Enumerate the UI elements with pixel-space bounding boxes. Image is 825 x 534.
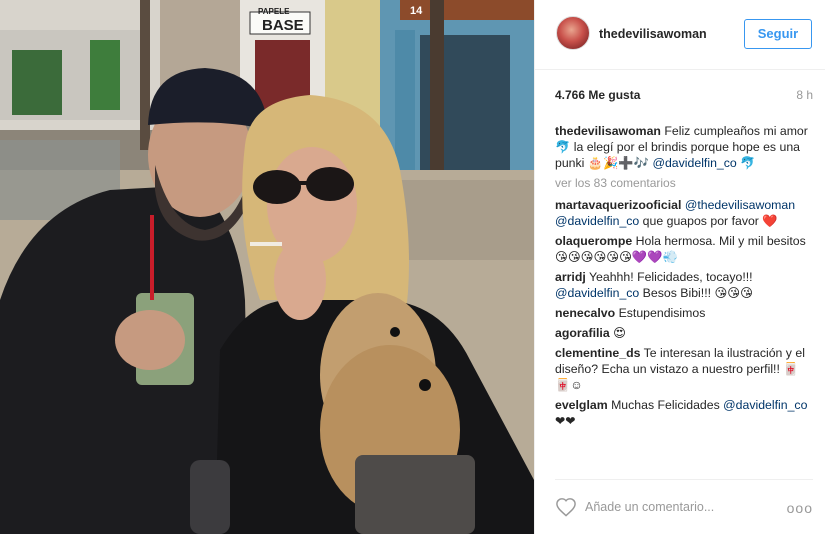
comment-user[interactable]: martavaquerizooficial: [555, 198, 681, 212]
comment-user[interactable]: nenecalvo: [555, 306, 615, 320]
comment-user[interactable]: thedevilisawoman: [555, 124, 661, 138]
comment-mention[interactable]: @davidelfin_co: [555, 286, 639, 300]
more-options-icon[interactable]: ooo: [787, 500, 813, 516]
comment-text: 😍: [613, 326, 626, 340]
list-item: olaquerompe Hola hermosa. Mil y mil besi…: [555, 233, 813, 265]
list-item: nenecalvo Estupendisimos: [555, 305, 813, 321]
comment-user[interactable]: agorafilia: [555, 326, 610, 340]
likes-count[interactable]: 4.766 Me gusta: [555, 88, 640, 102]
comment-user[interactable]: clementine_ds: [555, 346, 640, 360]
add-comment-input[interactable]: [585, 497, 773, 517]
comment-user[interactable]: olaquerompe: [555, 234, 632, 248]
post-time[interactable]: 8 h: [796, 88, 813, 102]
heart-icon[interactable]: [555, 497, 577, 517]
post-header: thedevilisawoman Seguir: [535, 0, 825, 70]
post-meta: 4.766 Me gusta 8 h: [555, 88, 813, 106]
comment-text: Yeahhh! Felicidades, tocayo!!!: [588, 270, 753, 284]
comment-text: Estupendisimos: [618, 306, 706, 320]
comment-user[interactable]: arridj: [555, 270, 586, 284]
post-photo[interactable]: PAPELE BASE 14: [0, 0, 534, 534]
shop-number: 14: [410, 5, 423, 17]
shop-sign-base: BASE: [262, 17, 304, 34]
comment-text: que guapos por favor ❤️: [639, 214, 778, 228]
comment-footer: ooo: [555, 479, 813, 519]
list-item: evelglam Muchas Felicidades @davidelfin_…: [555, 397, 813, 429]
photo-illustration: PAPELE BASE 14: [0, 0, 534, 534]
comment-tail: ❤❤: [555, 414, 576, 428]
comments-list: thedevilisawoman Feliz cumpleaños mi amo…: [555, 123, 813, 470]
comment-tail: 🐬: [740, 156, 756, 170]
post-username[interactable]: thedevilisawoman: [599, 27, 707, 41]
view-all-comments-link[interactable]: ver los 83 comentarios: [555, 175, 813, 191]
comment-text: Muchas Felicidades: [611, 398, 724, 412]
list-item: agorafilia 😍: [555, 325, 813, 341]
list-item: martavaquerizooficial @thedevilisawoman …: [555, 197, 813, 229]
post-sidebar: thedevilisawoman Seguir 4.766 Me gusta 8…: [534, 0, 825, 534]
comment-mention[interactable]: @davidelfin_co: [723, 398, 807, 412]
scroll-fade: [555, 456, 813, 470]
shop-sign-top: PAPELE: [258, 7, 290, 16]
list-item: clementine_ds Te interesan la ilustració…: [555, 345, 813, 393]
avatar[interactable]: [556, 16, 590, 50]
list-item: arridj Yeahhh! Felicidades, tocayo!!! @d…: [555, 269, 813, 301]
caption: thedevilisawoman Feliz cumpleaños mi amo…: [555, 123, 813, 171]
comment-user[interactable]: evelglam: [555, 398, 608, 412]
comment-tail: Besos Bibi!!! 😘😘😘: [639, 286, 753, 300]
follow-button[interactable]: Seguir: [744, 19, 812, 49]
comment-mention[interactable]: @davidelfin_co: [652, 156, 736, 170]
